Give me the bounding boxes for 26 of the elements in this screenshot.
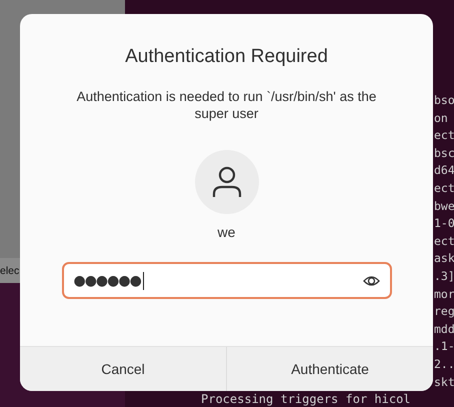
terminal-line: 1-0 bbox=[434, 215, 454, 232]
terminal-line: d64 bbox=[434, 162, 454, 180]
dialog-title: Authentication Required bbox=[125, 46, 328, 68]
terminal-line: reg bbox=[434, 303, 454, 320]
terminal-line: .3] bbox=[434, 268, 454, 285]
terminal-line: 2.. bbox=[434, 356, 454, 373]
terminal-line: mor bbox=[434, 286, 454, 303]
dialog-message: Authentication is needed to run `/usr/bin/sh' as the super user bbox=[76, 88, 378, 122]
password-field[interactable]: ●●●●●● bbox=[62, 262, 392, 299]
terminal-line: on bbox=[434, 110, 449, 127]
terminal-line: ect bbox=[434, 127, 454, 144]
eye-icon[interactable] bbox=[362, 274, 380, 286]
terminal-line: bwe bbox=[434, 198, 454, 215]
terminal-line: bsc bbox=[434, 144, 454, 162]
terminal-line: bso bbox=[434, 92, 454, 109]
status-text: elec bbox=[0, 264, 20, 276]
text-cursor bbox=[142, 272, 144, 290]
terminal-line: ect bbox=[434, 180, 454, 197]
terminal-line: mdd bbox=[434, 320, 454, 338]
terminal-line: ect bbox=[434, 232, 454, 250]
terminal-line: Processing triggers for hicol bbox=[201, 393, 411, 406]
dialog-button[interactable]: Cancel bbox=[20, 347, 226, 391]
terminal-line: skt bbox=[434, 374, 454, 390]
dialog-button[interactable]: Authenticate bbox=[226, 347, 433, 391]
terminal-line: .1- bbox=[434, 338, 454, 356]
user-name: we bbox=[218, 224, 236, 240]
